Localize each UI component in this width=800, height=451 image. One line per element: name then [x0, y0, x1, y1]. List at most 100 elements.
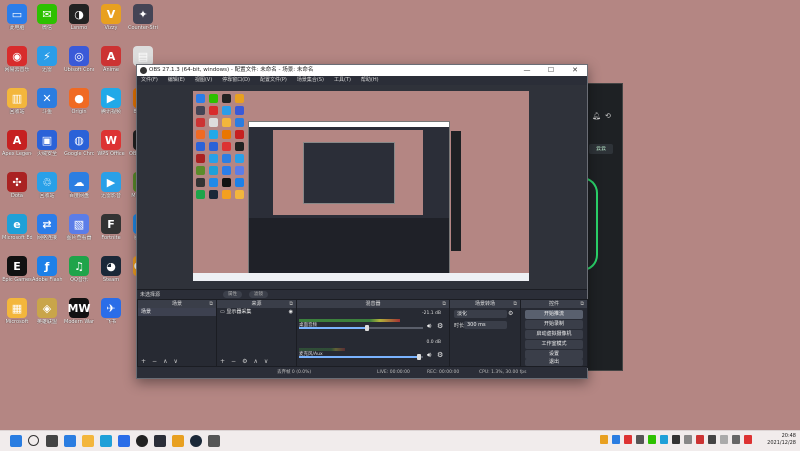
gear-icon[interactable]: ⚙: [437, 322, 443, 330]
move-up-icon[interactable]: ∧: [253, 358, 257, 365]
file-explorer-icon[interactable]: [82, 435, 94, 447]
preview-canvas[interactable]: [193, 91, 529, 281]
desktop-icon[interactable]: ▶ 迅雷影音: [96, 172, 126, 199]
desktop-icon[interactable]: A Anime: [96, 46, 126, 73]
desktop-icon[interactable]: ✕ 斗鱼: [32, 88, 62, 115]
remove-icon[interactable]: −: [231, 358, 236, 365]
preview-area[interactable]: [137, 85, 587, 289]
menu-item[interactable]: 配置文件(P): [260, 76, 287, 85]
properties-button[interactable]: 属性: [223, 291, 242, 298]
edge-icon[interactable]: [100, 435, 112, 447]
tray-icon[interactable]: [636, 435, 644, 444]
desktop-icon[interactable]: MWModern Warfare: [64, 298, 94, 325]
desktop-icon[interactable]: ⇄ 网络连接: [32, 214, 62, 241]
obs-window[interactable]: OBS 27.1.3 (64-bit, windows) - 配置文件: 未命名…: [136, 64, 588, 379]
bell-icon[interactable]: 🔔︎: [592, 112, 601, 120]
tray-icon[interactable]: [672, 435, 680, 444]
start-icon[interactable]: [10, 435, 22, 447]
desktop-icon[interactable]: ▥ 回收站: [2, 88, 32, 115]
desktop-icon[interactable]: ◉ 网易云音乐: [2, 46, 32, 73]
speaker-icon[interactable]: 🔊︎: [427, 322, 431, 331]
clock[interactable]: 20:48 2021/12/28: [767, 433, 796, 447]
desktop-icon[interactable]: AApex Legends: [2, 130, 32, 157]
desktop-icon[interactable]: ▭ 此电脑: [2, 4, 32, 31]
desktop-icon[interactable]: ◈ 英雄联盟: [32, 298, 62, 325]
tray-icon[interactable]: [612, 435, 620, 444]
desktop-icon[interactable]: ▧ 图片查看器: [64, 214, 94, 241]
app-icon[interactable]: [172, 435, 184, 447]
menu-item[interactable]: 帮助(H): [361, 76, 379, 85]
undock-icon[interactable]: ⧉: [209, 300, 213, 308]
undock-icon[interactable]: ⧉: [513, 300, 517, 308]
menu-item[interactable]: 场景集合(S): [297, 76, 324, 85]
tray-icon[interactable]: [660, 435, 668, 444]
tray-icon[interactable]: [648, 435, 656, 444]
virtual-camera-button[interactable]: 启动虚拟摄像机: [525, 330, 583, 339]
desktop-icon[interactable]: ✈ 飞书: [96, 298, 126, 325]
desktop-icon[interactable]: eMicrosoft Edge: [2, 214, 32, 241]
desktop-icon[interactable]: V Vizzy: [96, 4, 126, 31]
menu-item[interactable]: 工具(T): [334, 76, 351, 85]
desktop-icon[interactable]: ▣ 火绒安全: [32, 130, 62, 157]
undock-icon[interactable]: ⧉: [289, 300, 293, 308]
store-icon[interactable]: [118, 435, 130, 447]
duration-input[interactable]: 300 ms: [464, 321, 507, 329]
desktop-icon[interactable]: ⚡ 迅雷: [32, 46, 62, 73]
settings-button[interactable]: 设置: [525, 350, 583, 359]
tray-icon[interactable]: [708, 435, 716, 444]
tray-icon[interactable]: [600, 435, 608, 444]
speaker-icon[interactable]: 🔊︎: [427, 351, 431, 360]
share-icon[interactable]: ⟲: [605, 112, 611, 120]
desktop-icon[interactable]: E Epic Games: [2, 256, 32, 283]
menu-item[interactable]: 编辑(E): [168, 76, 185, 85]
app-icon[interactable]: [154, 435, 166, 447]
desktop-icon[interactable]: W WPS Office: [96, 130, 126, 157]
menu-item[interactable]: 视图(V): [195, 76, 212, 85]
exit-button[interactable]: 退出: [525, 359, 583, 366]
desktop-icon[interactable]: ◑ Lsnmo: [64, 4, 94, 31]
undock-icon[interactable]: ⧉: [580, 300, 584, 308]
eye-icon[interactable]: ◉: [289, 308, 293, 316]
undock-icon[interactable]: ⧉: [442, 300, 446, 308]
tray-icon[interactable]: [684, 435, 692, 444]
gear-icon[interactable]: ⚙: [508, 310, 513, 317]
desktop-icon[interactable]: ☁ 百度网盘: [64, 172, 94, 199]
tray-icon[interactable]: [732, 435, 740, 444]
menu-item[interactable]: 文件(F): [141, 76, 158, 85]
tray-icon[interactable]: [624, 435, 632, 444]
desktop-icon[interactable]: ▦ Microsoft: [2, 298, 32, 325]
tray-icon[interactable]: [720, 435, 728, 444]
desktop-icon[interactable]: ✦Counter-Strike Global: [128, 4, 158, 31]
task-view-icon[interactable]: [46, 435, 58, 447]
background-app-window[interactable]: 🔔︎ ⟲ 云云: [582, 83, 623, 371]
desktop-icon[interactable]: ◎Ubisoft Connect: [64, 46, 94, 73]
move-up-icon[interactable]: ∧: [163, 358, 167, 365]
tray-icon[interactable]: [744, 435, 752, 444]
filters-button[interactable]: 滤镜: [249, 291, 268, 298]
desktop-icon[interactable]: F Fortnite: [96, 214, 126, 241]
desktop-icon[interactable]: ♲ 回收站: [32, 172, 62, 199]
studio-mode-button[interactable]: 工作室模式: [525, 340, 583, 349]
steam-icon[interactable]: [190, 435, 202, 447]
desktop-icon[interactable]: ● Origin: [64, 88, 94, 115]
gear-icon[interactable]: ⚙: [437, 351, 443, 359]
move-down-icon[interactable]: ∨: [173, 358, 177, 365]
tray-icon[interactable]: [696, 435, 704, 444]
transition-select[interactable]: 淡化: [454, 310, 507, 318]
desktop-icon[interactable]: ♫ QQ音乐: [64, 256, 94, 283]
source-item[interactable]: ▭ 显示器采集 ◉: [217, 308, 296, 316]
search-icon[interactable]: [28, 435, 39, 446]
title-bar[interactable]: OBS 27.1.3 (64-bit, windows) - 配置文件: 未命名…: [137, 65, 587, 76]
remove-icon[interactable]: −: [152, 358, 157, 365]
desktop-icon[interactable]: ◍Google Chrome: [64, 130, 94, 157]
gear-icon[interactable]: ⚙: [242, 358, 247, 365]
scene-item[interactable]: 场景: [138, 308, 216, 316]
start-recording-button[interactable]: 开始录制: [525, 320, 583, 329]
start-streaming-button[interactable]: 开始推流: [525, 310, 583, 319]
close-icon[interactable]: ✕: [563, 65, 587, 76]
move-down-icon[interactable]: ∨: [264, 358, 268, 365]
minimize-icon[interactable]: —: [515, 65, 539, 76]
cloud-button[interactable]: 云云: [589, 144, 613, 154]
menu-item[interactable]: 停靠窗口(D): [222, 76, 250, 85]
volume-slider[interactable]: [299, 325, 423, 331]
